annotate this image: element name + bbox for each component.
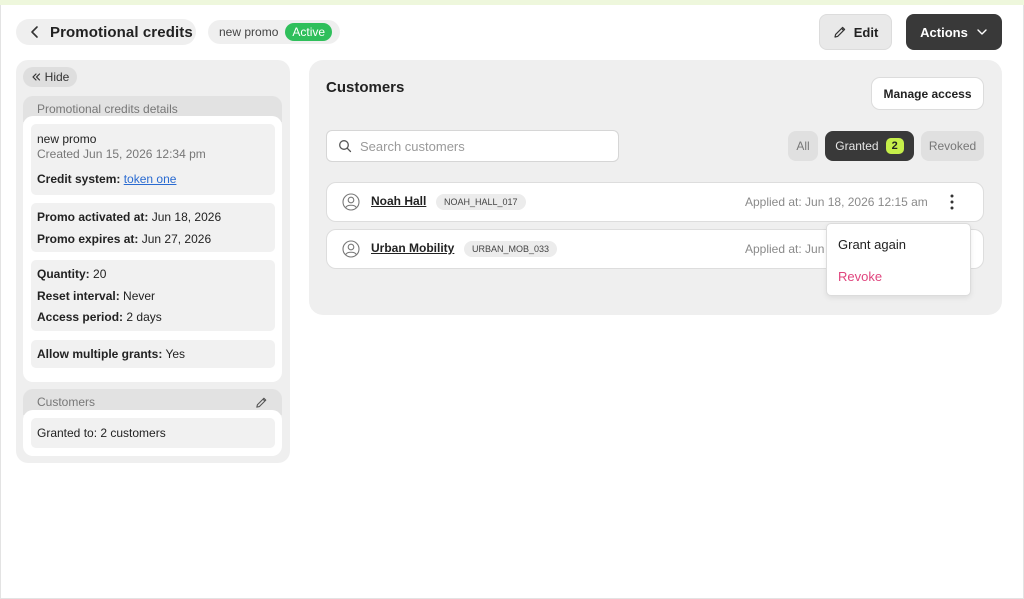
promo-name-pill: new promo Active xyxy=(208,20,340,44)
credit-system-row: Credit system: token one xyxy=(37,172,176,186)
multiple-label: Allow multiple grants: xyxy=(37,347,163,361)
quantity-label: Quantity: xyxy=(37,267,90,281)
granted-summary-card: Granted to: 2 customers xyxy=(31,418,275,448)
activated-value: Jun 18, 2026 xyxy=(151,210,222,224)
customer-code: NOAH_HALL_017 xyxy=(436,194,526,210)
actions-label: Actions xyxy=(920,24,968,40)
created-text: Created Jun 15, 2026 12:34 pm xyxy=(37,147,206,161)
reset-value: Never xyxy=(123,289,156,303)
promo-limits-card: Quantity: 20 Reset interval: Never Acces… xyxy=(31,260,275,331)
quantity-row: Quantity: 20 xyxy=(37,267,106,281)
credit-system-link[interactable]: token one xyxy=(124,172,177,186)
reset-label: Reset interval: xyxy=(37,289,120,303)
activated-label: Promo activated at: xyxy=(37,210,149,224)
filter-all[interactable]: All xyxy=(788,131,818,161)
customer-name-link[interactable]: Urban Mobility xyxy=(371,241,454,255)
multiple-grants-card: Allow multiple grants: Yes xyxy=(31,340,275,368)
more-vertical-icon[interactable] xyxy=(947,193,957,211)
person-icon xyxy=(342,240,360,258)
grant-again-menu-item[interactable]: Grant again xyxy=(838,237,906,252)
details-section-body: new promo Created Jun 15, 2026 12:34 pm … xyxy=(23,116,282,382)
applied-at: Applied at: Jun 18, 2026 12:15 am xyxy=(745,195,928,209)
person-icon xyxy=(342,193,360,211)
manage-access-button[interactable]: Manage access xyxy=(871,77,984,110)
status-badge: Active xyxy=(285,23,333,41)
customers-title: Customers xyxy=(326,79,405,96)
access-value: 2 days xyxy=(126,310,162,324)
promo-dates-card: Promo activated at: Jun 18, 2026 Promo e… xyxy=(31,203,275,252)
pencil-icon xyxy=(834,26,845,38)
edit-label: Edit xyxy=(853,24,879,40)
back-button[interactable]: Promotional credits xyxy=(16,19,196,45)
expires-row: Promo expires at: Jun 27, 2026 xyxy=(37,232,211,246)
edit-button[interactable]: Edit xyxy=(819,14,892,50)
expires-value: Jun 27, 2026 xyxy=(141,232,212,246)
multiple-row: Allow multiple grants: Yes xyxy=(37,347,185,361)
activated-row: Promo activated at: Jun 18, 2026 xyxy=(37,210,221,224)
chevron-down-icon xyxy=(977,29,987,35)
details-panel: Hide Promotional credits details new pro… xyxy=(16,60,290,463)
credit-system-label: Credit system: xyxy=(37,172,121,186)
filter-granted[interactable]: Granted 2 xyxy=(825,131,914,161)
double-chevron-left-icon xyxy=(32,73,40,81)
filter-granted-label: Granted xyxy=(835,139,879,153)
granted-summary: Granted to: 2 customers xyxy=(37,426,166,440)
promo-name-text: new promo xyxy=(37,132,97,146)
hide-button[interactable]: Hide xyxy=(23,67,77,87)
promo-info-card: new promo Created Jun 15, 2026 12:34 pm … xyxy=(31,124,275,195)
customer-code: URBAN_MOB_033 xyxy=(464,241,558,257)
expires-label: Promo expires at: xyxy=(37,232,139,246)
page-title: Promotional credits xyxy=(50,23,193,41)
customers-section-title: Customers xyxy=(37,395,96,409)
actions-button[interactable]: Actions xyxy=(906,14,1002,50)
revoke-menu-item[interactable]: Revoke xyxy=(838,269,882,284)
granted-count-badge: 2 xyxy=(885,138,904,154)
search-input[interactable] xyxy=(360,138,600,154)
reset-row: Reset interval: Never xyxy=(37,289,155,303)
access-row: Access period: 2 days xyxy=(37,310,162,324)
chevron-left-icon xyxy=(31,26,38,38)
promo-name: new promo xyxy=(219,25,279,39)
multiple-value: Yes xyxy=(165,347,186,361)
customers-section-body: Granted to: 2 customers xyxy=(23,410,282,456)
hide-label: Hide xyxy=(44,70,70,84)
access-label: Access period: xyxy=(37,310,124,324)
pencil-icon[interactable] xyxy=(255,396,268,409)
quantity-value: 20 xyxy=(93,267,107,281)
search-icon xyxy=(339,140,352,153)
filter-revoked[interactable]: Revoked xyxy=(921,131,984,161)
row-actions-menu: Grant again Revoke xyxy=(826,223,971,296)
customer-row[interactable]: Noah Hall NOAH_HALL_017 Applied at: Jun … xyxy=(326,182,984,222)
applied-at: Applied at: Jun xyxy=(745,242,825,256)
search-box xyxy=(326,130,619,162)
customer-name-link[interactable]: Noah Hall xyxy=(371,194,426,208)
details-section-title: Promotional credits details xyxy=(37,102,178,116)
